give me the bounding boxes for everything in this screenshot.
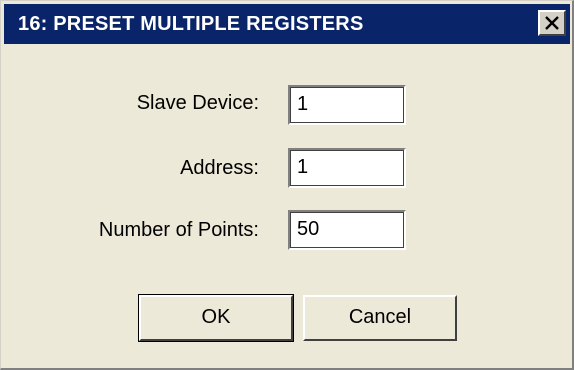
- close-icon: [545, 16, 559, 30]
- slave-device-input[interactable]: 1: [288, 85, 406, 125]
- window-title: 16: PRESET MULTIPLE REGISTERS: [18, 13, 364, 35]
- address-input[interactable]: 1: [288, 148, 406, 188]
- number-of-points-label: Number of Points:: [98, 219, 259, 241]
- address-label: Address:: [180, 157, 259, 179]
- ok-button[interactable]: OK: [138, 294, 294, 342]
- close-button[interactable]: [538, 10, 566, 36]
- number-of-points-input[interactable]: 50: [288, 210, 406, 250]
- slave-device-label: Slave Device:: [136, 92, 259, 114]
- title-bar[interactable]: 16: PRESET MULTIPLE REGISTERS: [4, 4, 570, 44]
- cancel-button[interactable]: Cancel: [303, 295, 457, 341]
- preset-registers-dialog: 16: PRESET MULTIPLE REGISTERS Slave Devi…: [0, 0, 574, 370]
